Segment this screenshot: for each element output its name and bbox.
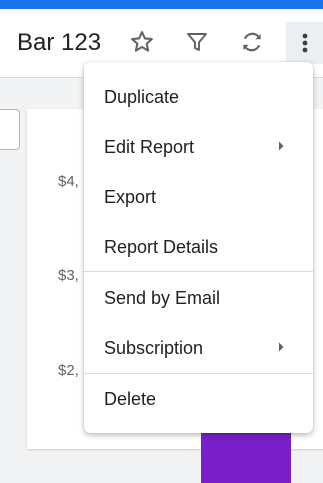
top-accent-bar bbox=[0, 0, 323, 9]
side-panel-edge[interactable] bbox=[0, 109, 20, 150]
menu-item-label: Export bbox=[104, 186, 157, 207]
menu-item-report-details[interactable]: Report Details bbox=[84, 222, 313, 272]
refresh-icon bbox=[243, 32, 261, 52]
star-icon bbox=[131, 31, 153, 52]
filter-button[interactable] bbox=[181, 26, 213, 58]
y-tick-label: $2, bbox=[58, 362, 79, 379]
menu-item-subscription[interactable]: Subscription bbox=[84, 323, 313, 373]
menu-item-export[interactable]: Export bbox=[84, 172, 313, 222]
page-title: Bar 123 bbox=[17, 29, 102, 56]
y-tick-label: $3, bbox=[58, 267, 79, 284]
more-options-menu: Duplicate Edit Report Export Report Deta… bbox=[84, 62, 313, 433]
caret-right-icon bbox=[279, 342, 284, 352]
more-options-button[interactable] bbox=[286, 22, 323, 64]
menu-item-label: Report Details bbox=[104, 236, 219, 257]
y-tick-label: $4, bbox=[58, 173, 79, 190]
menu-item-edit-report[interactable]: Edit Report bbox=[84, 122, 313, 172]
menu-item-duplicate[interactable]: Duplicate bbox=[84, 72, 313, 122]
refresh-button[interactable] bbox=[236, 26, 268, 58]
menu-item-delete[interactable]: Delete bbox=[84, 374, 313, 424]
menu-item-label: Send by Email bbox=[104, 287, 221, 308]
more-vertical-icon bbox=[302, 33, 307, 53]
menu-divider bbox=[84, 271, 313, 272]
menu-item-label: Subscription bbox=[104, 337, 204, 358]
filter-icon bbox=[187, 33, 207, 51]
menu-item-label: Duplicate bbox=[104, 86, 180, 107]
menu-item-send-by-email[interactable]: Send by Email bbox=[84, 273, 313, 323]
favorite-button[interactable] bbox=[126, 26, 158, 58]
caret-right-icon bbox=[279, 141, 284, 151]
menu-item-label: Delete bbox=[104, 388, 157, 409]
menu-item-label: Edit Report bbox=[104, 136, 195, 157]
